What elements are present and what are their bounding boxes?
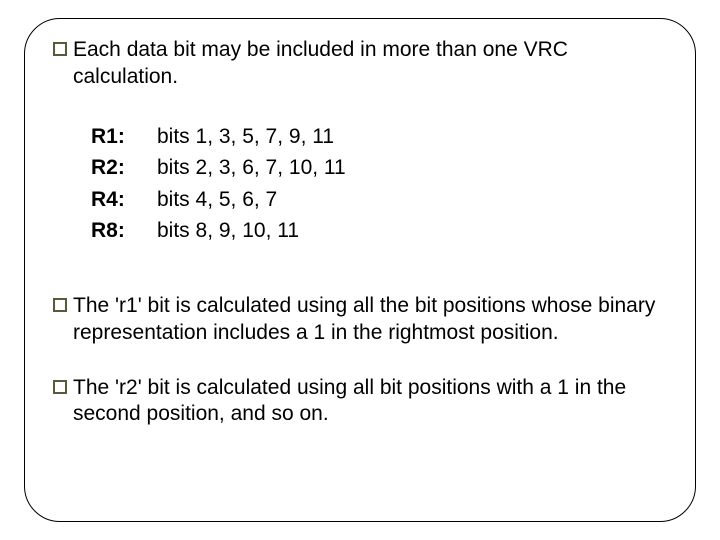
bullet-text-2: The 'r1' bit is calculated using all the… bbox=[73, 293, 667, 347]
bullet-item-3: The 'r2' bit is calculated using all bit… bbox=[53, 375, 667, 429]
list-item: R1: bits 1, 3, 5, 7, 9, 11 bbox=[91, 121, 667, 153]
r-label: R4: bbox=[91, 184, 151, 216]
r-bits: bits 8, 9, 10, 11 bbox=[157, 215, 299, 247]
bullet-text-3: The 'r2' bit is calculated using all bit… bbox=[73, 375, 667, 429]
r-bits: bits 1, 3, 5, 7, 9, 11 bbox=[157, 121, 334, 153]
bullet-item-2: The 'r1' bit is calculated using all the… bbox=[53, 293, 667, 347]
r-bits: bits 2, 3, 6, 7, 10, 11 bbox=[157, 152, 346, 184]
r-bits-list: R1: bits 1, 3, 5, 7, 9, 11 R2: bits 2, 3… bbox=[91, 121, 667, 247]
slide-frame: Each data bit may be included in more th… bbox=[24, 18, 696, 522]
r-label: R2: bbox=[91, 152, 151, 184]
r-bits: bits 4, 5, 6, 7 bbox=[157, 184, 277, 216]
square-bullet-icon bbox=[53, 42, 67, 56]
bullet-item-1: Each data bit may be included in more th… bbox=[53, 37, 667, 91]
square-bullet-icon bbox=[53, 298, 67, 312]
list-item: R8: bits 8, 9, 10, 11 bbox=[91, 215, 667, 247]
list-item: R2: bits 2, 3, 6, 7, 10, 11 bbox=[91, 152, 667, 184]
square-bullet-icon bbox=[53, 380, 67, 394]
list-item: R4: bits 4, 5, 6, 7 bbox=[91, 184, 667, 216]
r-label: R1: bbox=[91, 121, 151, 153]
r-label: R8: bbox=[91, 215, 151, 247]
bullet-text-1: Each data bit may be included in more th… bbox=[73, 37, 667, 91]
